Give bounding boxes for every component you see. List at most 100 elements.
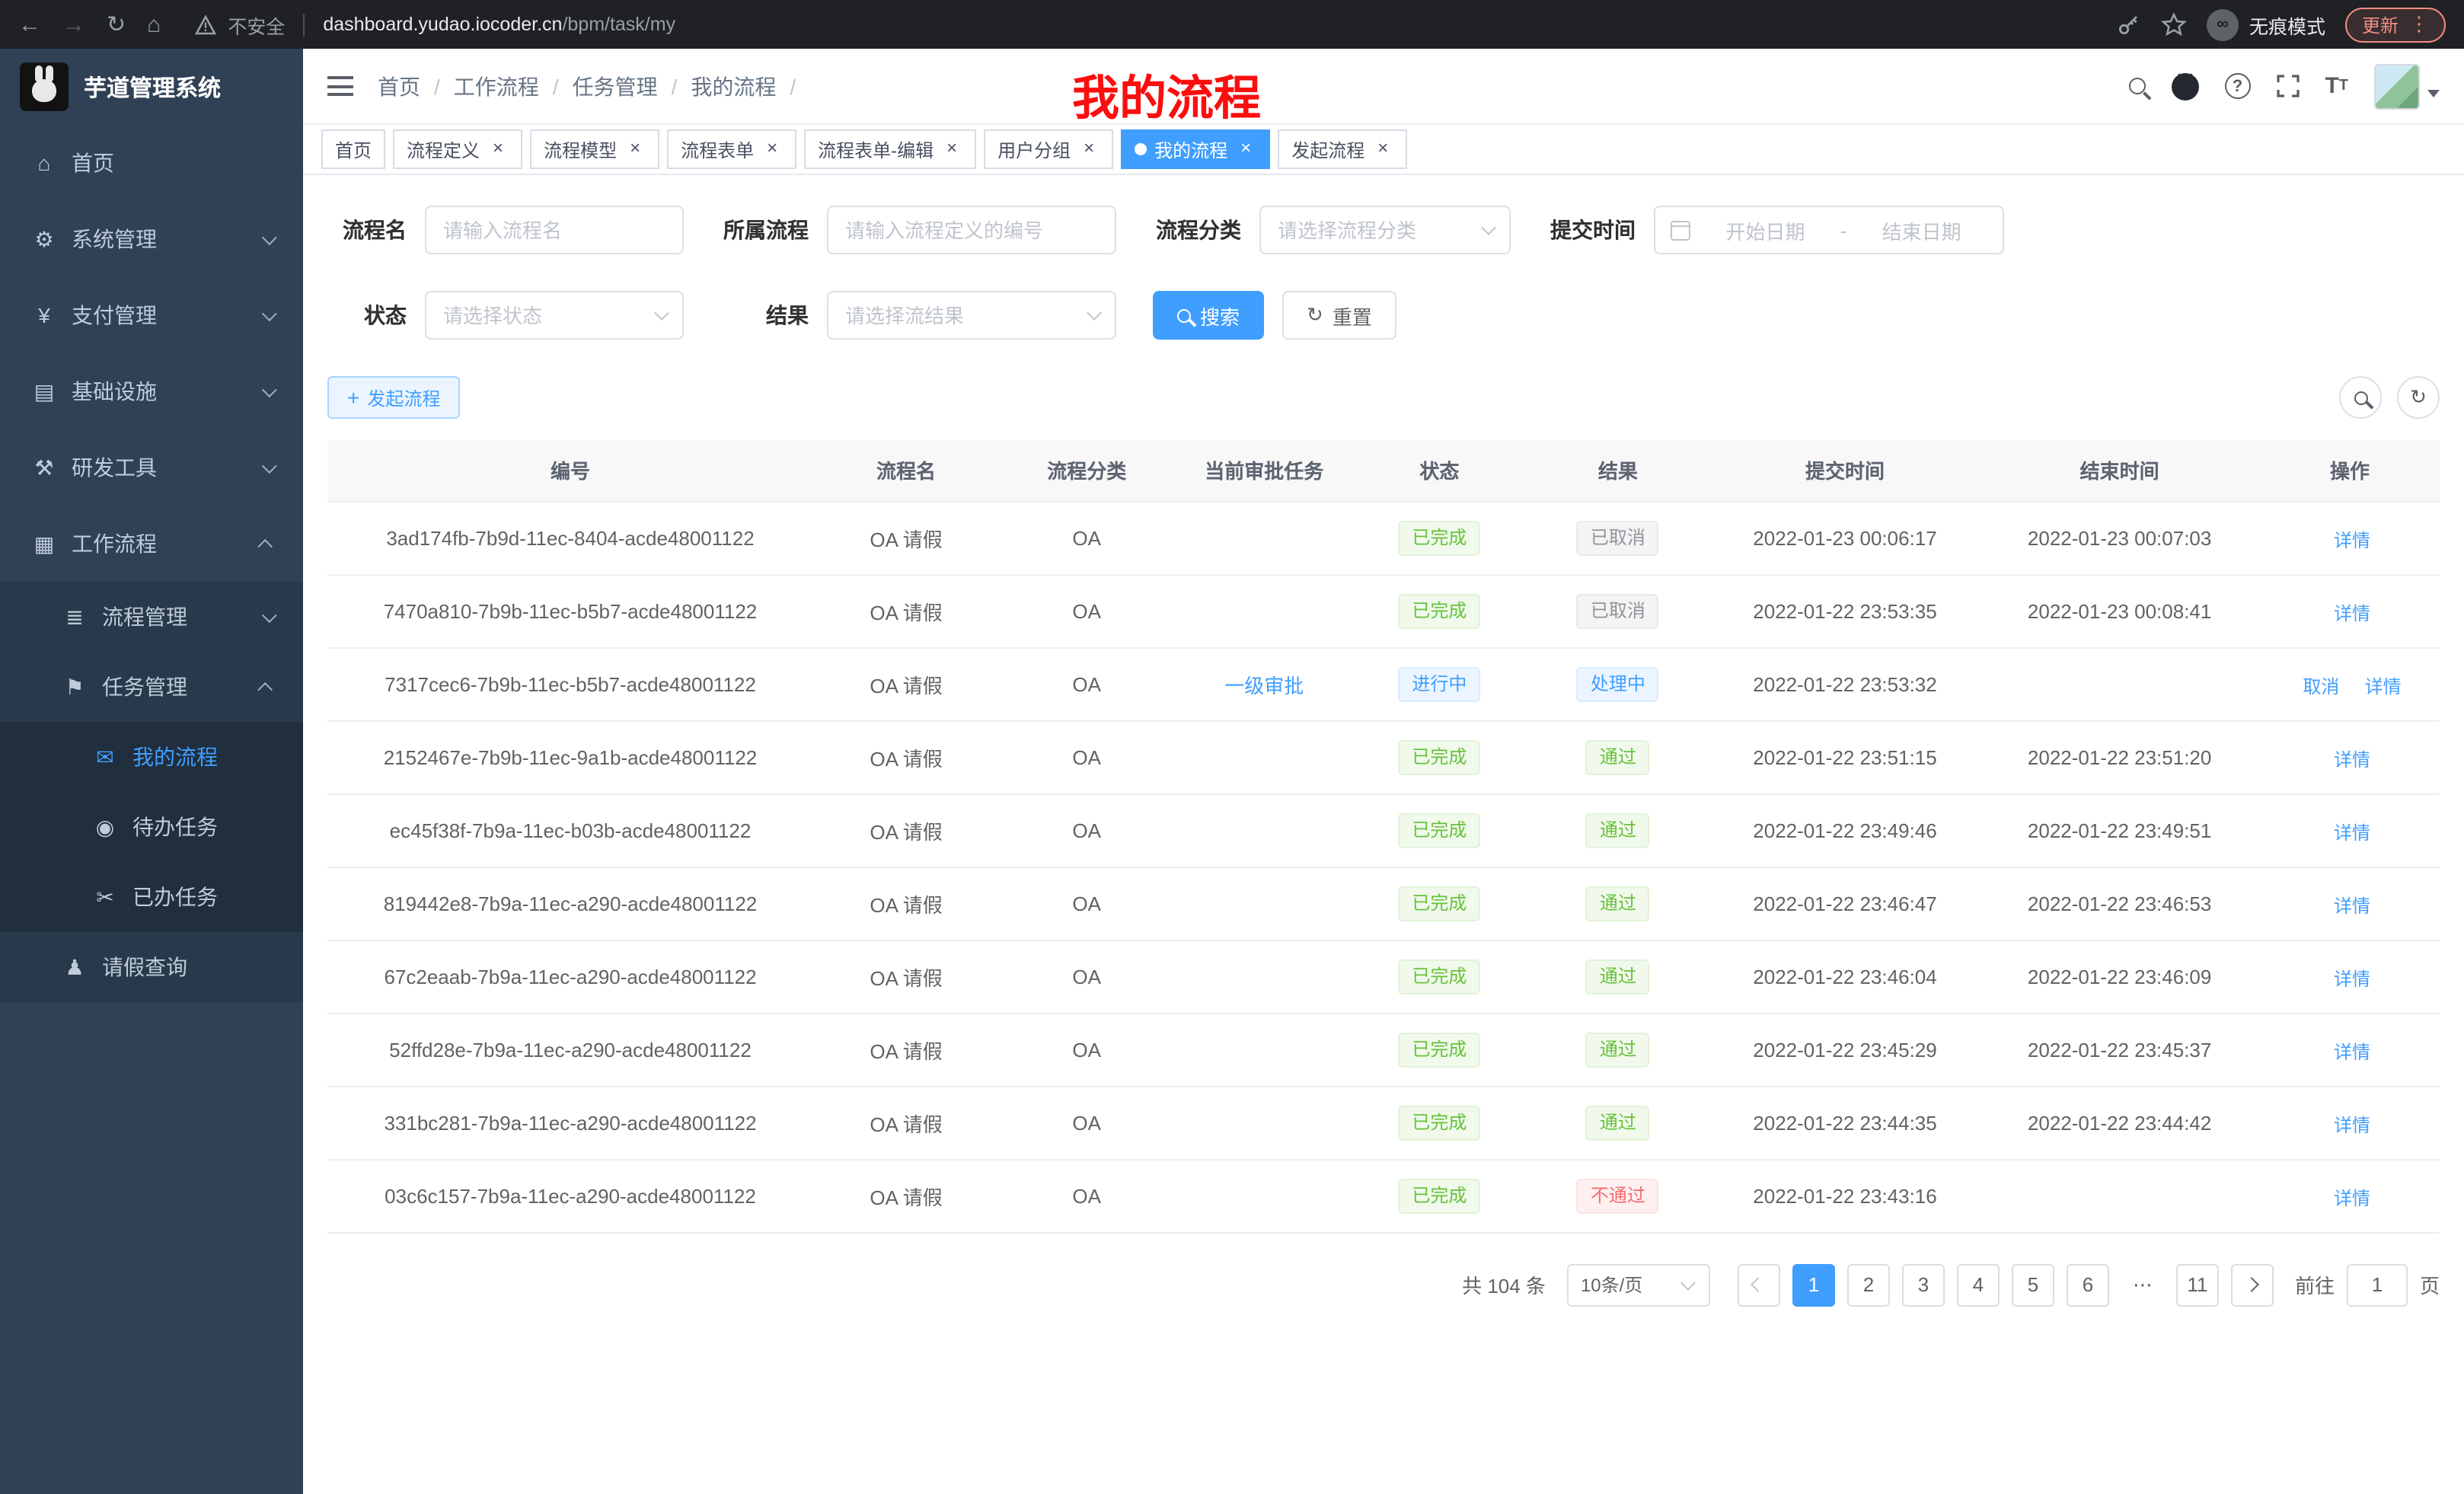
avatar[interactable]	[2374, 63, 2420, 109]
sidebar-item[interactable]: 待办任务	[0, 792, 303, 862]
page-button[interactable]: 2	[1847, 1263, 1890, 1306]
home-button[interactable]	[147, 13, 161, 36]
next-page-button[interactable]	[2231, 1263, 2274, 1306]
sidebar-item[interactable]: 支付管理	[0, 277, 303, 353]
back-button[interactable]	[18, 13, 41, 36]
category-select[interactable]	[1259, 206, 1511, 254]
action-link[interactable]: 详情	[2360, 674, 2402, 700]
page-button[interactable]: 5	[2012, 1263, 2054, 1306]
security-label[interactable]: 不安全	[228, 10, 285, 39]
page-size-value[interactable]	[1567, 1263, 1710, 1306]
tab[interactable]: 首页	[321, 129, 385, 169]
submit-time-range-picker[interactable]: 开始日期 - 结束日期	[1654, 206, 2004, 254]
reload-button[interactable]	[107, 13, 126, 36]
app-logo[interactable]: 芋道管理系统	[0, 49, 303, 125]
menu-item-icon	[30, 531, 58, 557]
table-search-button[interactable]	[2339, 376, 2382, 419]
tab[interactable]: 发起流程	[1278, 129, 1407, 169]
sidebar-item[interactable]: 工作流程	[0, 506, 303, 582]
end-date-placeholder[interactable]: 结束日期	[1856, 215, 1987, 244]
status-select-input[interactable]	[425, 291, 684, 340]
tab[interactable]: 流程定义	[393, 129, 522, 169]
menu-item-icon	[30, 226, 58, 252]
result-select[interactable]	[827, 291, 1116, 340]
action-link[interactable]: 详情	[2329, 528, 2370, 554]
sidebar-item[interactable]: 任务管理	[0, 652, 303, 722]
search-icon[interactable]	[2128, 78, 2145, 94]
hamburger-button[interactable]	[327, 76, 353, 96]
breadcrumb-item[interactable]: 我的流程	[691, 71, 809, 101]
goto-input[interactable]	[2347, 1263, 2408, 1306]
action-link[interactable]: 详情	[2329, 1186, 2370, 1211]
process-name-input[interactable]	[425, 206, 684, 254]
action-link[interactable]: 详情	[2329, 1113, 2370, 1138]
page-button[interactable]: ⋯	[2121, 1263, 2164, 1306]
incognito-badge: 无痕模式	[2207, 8, 2325, 40]
tab-close-icon[interactable]	[941, 139, 962, 160]
tab[interactable]: 我的流程	[1121, 129, 1270, 169]
tab-close-icon[interactable]	[1078, 139, 1100, 160]
action-link[interactable]: 详情	[2329, 820, 2370, 846]
page-size-select[interactable]	[1567, 1263, 1710, 1306]
bookmark-star-icon[interactable]	[2161, 12, 2187, 37]
sidebar-item[interactable]: 已办任务	[0, 862, 303, 932]
action-link[interactable]: 详情	[2329, 747, 2370, 773]
status-select[interactable]	[425, 291, 684, 340]
action-link[interactable]: 取消	[2298, 674, 2339, 700]
tab-close-icon[interactable]	[487, 139, 509, 160]
action-link[interactable]: 详情	[2329, 1039, 2370, 1065]
user-menu[interactable]	[2374, 63, 2440, 109]
tab-close-icon[interactable]	[624, 139, 646, 160]
create-process-button[interactable]: 发起流程	[327, 376, 460, 419]
sidebar-item[interactable]: 研发工具	[0, 429, 303, 506]
sidebar-item[interactable]: 系统管理	[0, 201, 303, 277]
start-date-placeholder[interactable]: 开始日期	[1700, 215, 1831, 244]
table-row: ec45f38f-7b9a-11ec-b03b-acde48001122 OA …	[327, 793, 2440, 867]
tab[interactable]: 流程表单	[667, 129, 796, 169]
sidebar-item[interactable]: 流程管理	[0, 582, 303, 652]
category-select-input[interactable]	[1259, 206, 1511, 254]
action-label: 详情	[2334, 601, 2370, 627]
process-def-input[interactable]	[827, 206, 1116, 254]
sidebar-item[interactable]: 请假查询	[0, 932, 303, 1002]
breadcrumb-item[interactable]: 工作流程	[454, 71, 573, 101]
tab-close-icon[interactable]	[761, 139, 783, 160]
breadcrumb-item[interactable]: 任务管理	[573, 71, 691, 101]
action-link[interactable]: 详情	[2329, 601, 2370, 627]
page-button[interactable]: 11	[2176, 1263, 2219, 1306]
tab-close-icon[interactable]	[1372, 139, 1393, 160]
help-icon[interactable]	[2224, 73, 2250, 99]
table-row: 52ffd28e-7b9a-11ec-a290-acde48001122 OA …	[327, 1013, 2440, 1086]
sidebar-item[interactable]: 基础设施	[0, 353, 303, 429]
github-icon[interactable]	[2171, 72, 2198, 100]
breadcrumb-item[interactable]: 首页	[378, 71, 454, 101]
table-refresh-button[interactable]	[2397, 376, 2440, 419]
sidebar-item[interactable]: 首页	[0, 125, 303, 201]
reset-button[interactable]: 重置	[1282, 291, 1396, 340]
fullscreen-icon[interactable]	[2276, 75, 2299, 97]
page-button[interactable]: 6	[2067, 1263, 2109, 1306]
page-url[interactable]: dashboard.yudao.iocoder.cn/bpm/task/my	[323, 14, 675, 35]
search-button[interactable]: 搜索	[1153, 291, 1264, 340]
page-button[interactable]: 4	[1957, 1263, 2000, 1306]
page-button[interactable]: 3	[1902, 1263, 1945, 1306]
browser-menu-dots-icon[interactable]	[2409, 12, 2429, 37]
sidebar-item[interactable]: 我的流程	[0, 722, 303, 792]
tab-close-icon[interactable]	[1235, 139, 1256, 160]
key-icon[interactable]	[2117, 12, 2141, 37]
tab[interactable]: 流程表单-编辑	[804, 129, 976, 169]
page-button[interactable]: 1	[1792, 1263, 1835, 1306]
current-task-link[interactable]: 一级审批	[1224, 674, 1304, 697]
update-button[interactable]: 更新	[2345, 7, 2446, 42]
forward-button[interactable]	[62, 13, 85, 36]
prev-page-button[interactable]	[1738, 1263, 1780, 1306]
font-size-icon[interactable]: TT	[2325, 73, 2348, 99]
action-link[interactable]: 详情	[2329, 966, 2370, 992]
tab[interactable]: 流程模型	[530, 129, 659, 169]
row-process-name: OA 请假	[813, 574, 999, 647]
tab[interactable]: 用户分组	[984, 129, 1113, 169]
address-bar[interactable]: 不安全 dashboard.yudao.iocoder.cn/bpm/task/…	[194, 10, 675, 39]
result-select-input[interactable]	[827, 291, 1116, 340]
row-end-time	[1979, 1159, 2260, 1232]
action-link[interactable]: 详情	[2329, 893, 2370, 919]
